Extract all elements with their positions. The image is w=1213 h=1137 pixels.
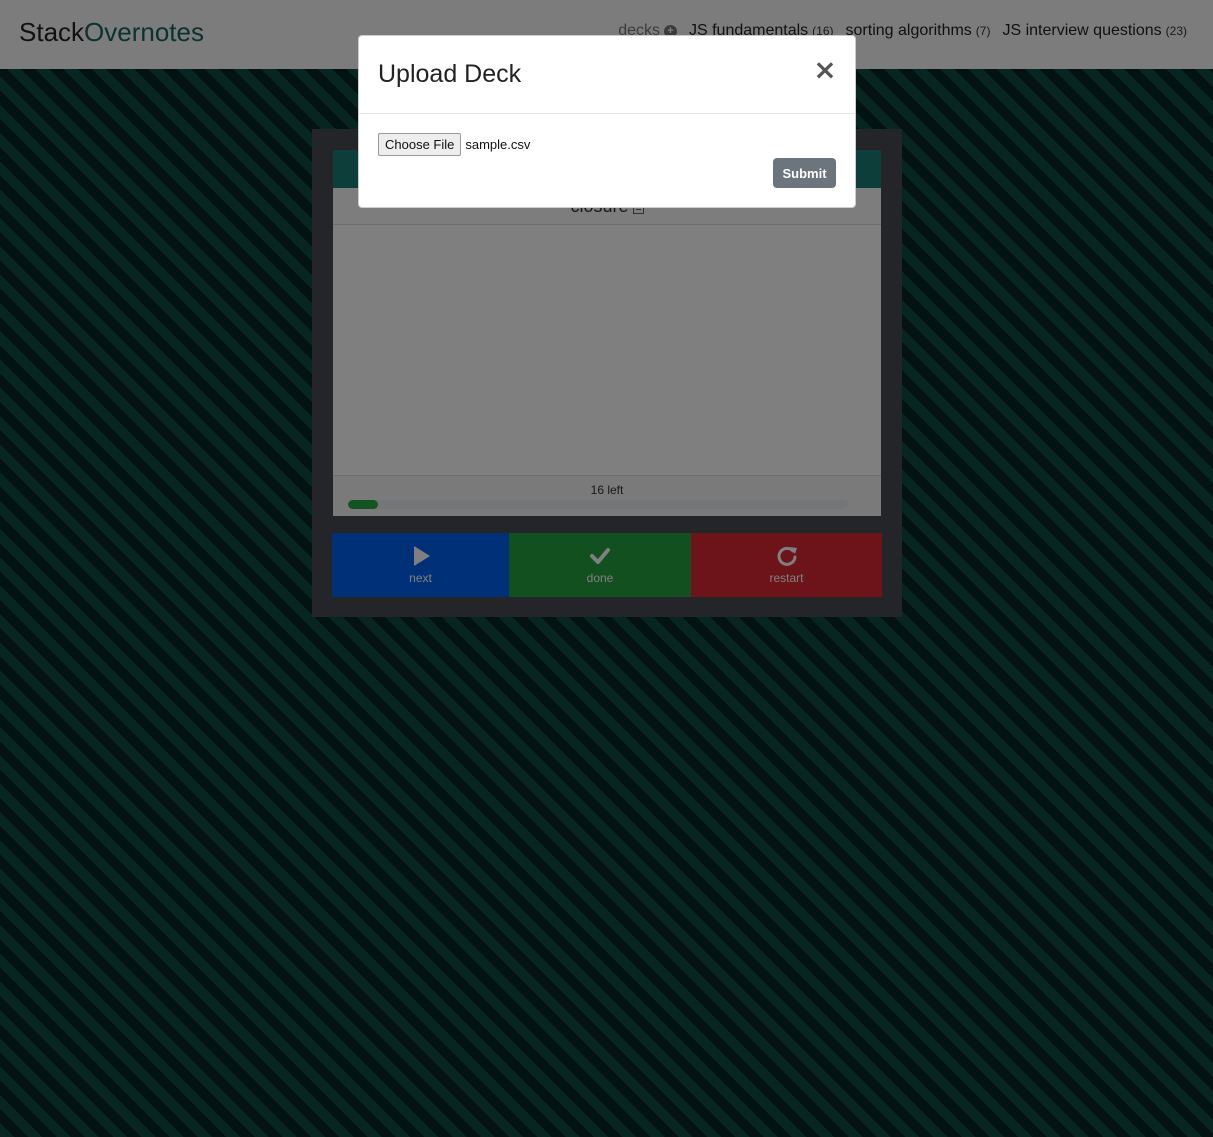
modal-title: Upload Deck	[378, 60, 522, 88]
close-icon[interactable]: ×	[813, 56, 837, 84]
file-input-row: Choose File sample.csv	[378, 133, 530, 156]
modal-header: Upload Deck ×	[359, 36, 855, 114]
choose-file-button[interactable]: Choose File	[378, 133, 462, 156]
upload-deck-modal: Upload Deck × Choose File sample.csv Sub…	[358, 35, 856, 208]
submit-button[interactable]: Submit	[773, 158, 836, 188]
selected-file-name: sample.csv	[465, 137, 531, 152]
